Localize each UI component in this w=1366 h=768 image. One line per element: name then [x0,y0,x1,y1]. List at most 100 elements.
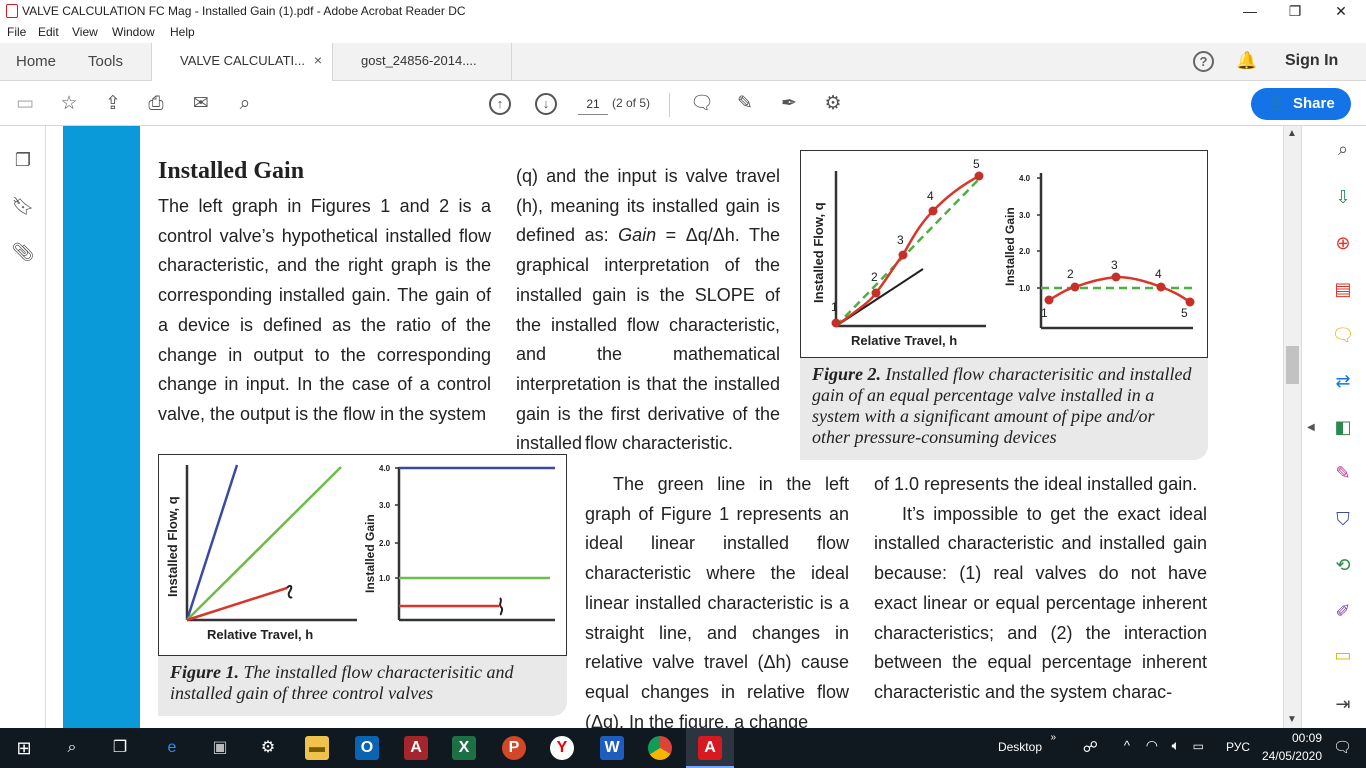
desktop-toolbar-label[interactable]: Desktop [998,740,1042,754]
vertical-scrollbar[interactable]: ▲ ▼ [1283,126,1301,728]
combine-files-icon[interactable]: ⇄ [1330,368,1356,394]
wifi-icon[interactable]: ◠ [1146,737,1158,754]
windows-start-icon[interactable]: ⊞ [12,736,36,760]
bookmark-star-icon[interactable]: ☆ [56,91,82,117]
text-column-3: The green line in the left graph of Figu… [585,474,849,728]
close-window-button[interactable]: ✕ [1329,2,1353,20]
col4-text-a: of 1.0 represents the ideal installed ga… [874,474,1198,494]
menu-view[interactable]: View [72,25,98,39]
figure-1-caption: Figure 1. The installed flow characteris… [158,656,567,716]
task-view-icon[interactable]: ❐ [108,736,132,760]
fig1-tick-label: 3.0 [379,501,391,510]
acrobat-taskbar-item-active[interactable]: A [686,728,734,768]
upload-cloud-icon[interactable]: ⇪ [100,91,126,117]
language-indicator[interactable]: РУС [1226,740,1250,754]
menu-file[interactable]: File [7,25,26,39]
people-icon[interactable]: ☍ [1083,738,1098,756]
comment-icon[interactable]: 🗨 [689,91,715,117]
next-page-icon[interactable]: ↓ [535,93,557,115]
show-hidden-icons-chevron-icon[interactable]: ^ [1124,738,1130,753]
organize-pages-icon[interactable]: ▤ [1330,276,1356,302]
notifications-bell-icon[interactable]: 🔔 [1236,51,1257,71]
fig1-caption-label: Figure 1. [170,662,240,682]
edge-browser-icon[interactable]: e [160,736,184,760]
volume-icon[interactable]: 🔈︎ [1172,737,1180,754]
tab-home[interactable]: Home [16,53,56,70]
sign-pen-icon[interactable]: ✒ [776,91,802,117]
sign-in-link[interactable]: Sign In [1285,52,1338,70]
attachments-paperclip-icon[interactable]: 📎︎ [11,240,35,264]
scroll-down-arrow-icon[interactable]: ▼ [1287,714,1297,725]
more-tools-icon[interactable]: ⚙ [820,91,846,117]
menu-bar: File Edit View Window Help [0,22,1366,43]
file-explorer-icon[interactable]: ▬ [305,736,329,760]
toolbar-expand-icon[interactable]: » [1050,732,1056,743]
fig2-point-label: 2 [871,270,878,284]
menu-edit[interactable]: Edit [38,25,59,39]
clock-time[interactable]: 00:09 [1262,731,1322,745]
save-icon[interactable]: ▭ [12,91,38,117]
scrollbar-thumb[interactable] [1286,346,1299,384]
export-pdf-icon[interactable]: ⇩ [1330,184,1356,210]
excel-icon[interactable]: X [452,736,476,760]
collapse-right-pane-icon[interactable]: ◀ [1307,422,1315,433]
figure-1-graphs: Installed Flow, q Relative Travel, h 4.0… [158,454,567,656]
clock-date[interactable]: 24/05/2020 [1252,749,1322,763]
restore-button[interactable]: ❐ [1283,2,1307,20]
figure-2-svg: 1 2 3 4 5 Installed Flow, q Relative Tra… [811,157,1195,348]
minimize-button[interactable]: — [1238,2,1262,20]
text-column-1: The left graph in Figures 1 and 2 is a c… [158,196,491,424]
doc-tab-valve-calculation[interactable]: VALVE CALCULATI... × [151,43,333,82]
scroll-up-arrow-icon[interactable]: ▲ [1287,128,1297,139]
page-thumbnails-icon[interactable]: ❐ [11,148,35,172]
fig2-caption-label: Figure 2. [812,364,882,384]
chrome-icon[interactable] [648,736,672,760]
fig2-point-label: 1 [831,300,838,314]
comment-tool-icon[interactable]: 🗨 [1330,322,1356,348]
section-heading: Installed Gain [158,158,305,184]
notification-center-icon[interactable]: 🗨 [1333,738,1352,756]
powerpoint-icon[interactable]: P [502,736,526,760]
print-icon[interactable]: ⎙ [143,91,169,117]
menu-help[interactable]: Help [170,25,195,39]
page-number-input[interactable]: 21 [578,93,608,115]
fig2-point-label: 5 [973,157,980,171]
bookmarks-icon[interactable]: 🔖︎ [11,194,35,218]
expand-panel-icon[interactable]: ⇥ [1330,691,1356,717]
fig2-gain-point-label: 3 [1111,258,1118,272]
protect-shield-icon[interactable]: ⛉ [1330,506,1356,532]
search-icon[interactable]: ⌕ [60,736,84,760]
email-icon[interactable]: ✉ [188,91,214,117]
yandex-browser-icon[interactable]: Y [550,736,574,760]
create-pdf-icon[interactable]: ⊕ [1330,230,1356,256]
settings-gear-icon[interactable]: ⚙ [256,736,280,760]
close-tab-icon[interactable]: × [314,52,322,68]
help-icon[interactable]: ? [1193,51,1214,72]
battery-icon[interactable]: ▭ [1193,739,1204,753]
more-tools-folder-icon[interactable]: ▭ [1330,642,1356,668]
fig1-tick-label: 4.0 [379,464,391,473]
toolbar-divider [669,93,670,117]
app-icon[interactable]: ▣ [208,736,232,760]
edit-pdf-icon[interactable]: ✐ [1330,598,1356,624]
zoom-search-icon[interactable]: ⌕ [1330,136,1356,162]
doc-tab-label: VALVE CALCULATI... [180,53,305,68]
compress-pdf-icon[interactable]: ◧ [1330,414,1356,440]
text-column-2: (q) and the input is valve travel (h), m… [516,162,780,459]
access-icon[interactable]: A [404,736,428,760]
tab-tools[interactable]: Tools [88,53,123,70]
highlight-pen-icon[interactable]: ✎ [732,91,758,117]
fig2-tick-label: 3.0 [1019,211,1031,220]
col2-text-b: = Δq/Δh. The graphical interpretation of… [516,225,780,454]
word-icon[interactable]: W [600,736,624,760]
outlook-icon[interactable]: O [355,736,379,760]
share-button[interactable]: 👤 Share [1251,88,1351,120]
send-track-icon[interactable]: ⟲ [1330,552,1356,578]
previous-page-icon[interactable]: ↑ [489,93,511,115]
fill-sign-icon[interactable]: ✎ [1330,460,1356,486]
search-zoom-icon[interactable]: ⌕ [232,91,258,117]
doc-tab-gost[interactable]: gost_24856-2014.... [332,43,512,81]
window-title: VALVE CALCULATION FC Mag - Installed Gai… [22,4,466,18]
left-navigation-rail: ❐ 🔖︎ 📎︎ ◀ [0,126,58,728]
menu-window[interactable]: Window [112,25,155,39]
